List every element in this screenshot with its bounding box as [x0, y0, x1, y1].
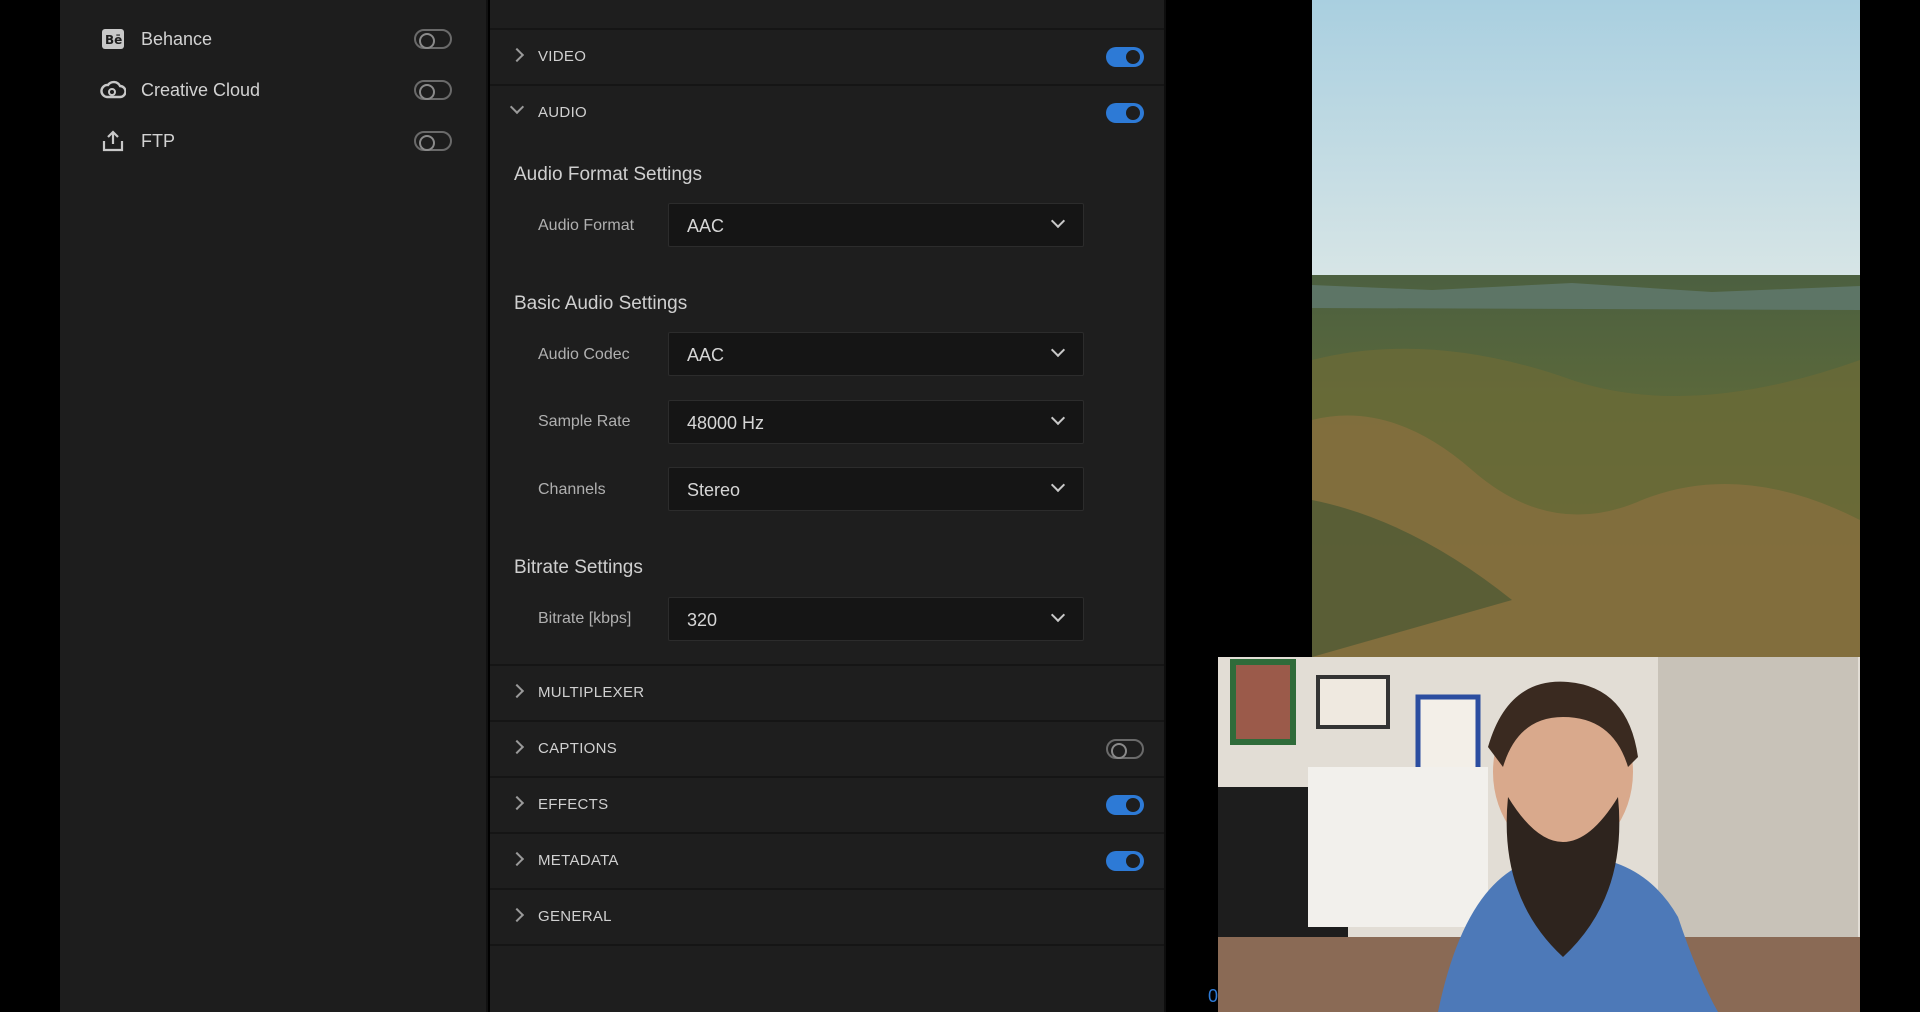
section-label: EFFECTS: [538, 796, 609, 813]
destination-label: FTP: [141, 130, 175, 151]
chevron-down-icon: [1050, 410, 1066, 426]
select-value: AAC: [687, 216, 725, 236]
section-effects[interactable]: EFFECTS: [490, 778, 1164, 834]
webcam-overlay: [1218, 657, 1860, 1012]
chevron-right-icon: [509, 795, 525, 811]
group-title-basic-audio: Basic Audio Settings: [514, 293, 688, 314]
panel-top-strip: [490, 0, 1164, 30]
export-settings-panel: VIDEO AUDIO Audio Format Settings Audio …: [490, 0, 1166, 1012]
channels-label: Channels: [538, 481, 606, 498]
creative-cloud-icon: [100, 77, 126, 103]
canyon-landscape-image: [1312, 0, 1860, 657]
section-metadata[interactable]: METADATA: [490, 834, 1164, 890]
upload-icon: [100, 128, 126, 154]
audio-codec-select[interactable]: AAC: [668, 332, 1084, 376]
section-general[interactable]: GENERAL: [490, 890, 1164, 946]
section-multiplexer[interactable]: MULTIPLEXER: [490, 666, 1164, 722]
destination-row-creative-cloud[interactable]: Creative Cloud: [60, 65, 488, 115]
bitrate-select[interactable]: 320: [668, 597, 1084, 641]
ftp-toggle[interactable]: [414, 131, 452, 151]
section-label: VIDEO: [538, 48, 587, 65]
destination-label: Behance: [141, 28, 213, 49]
channels-select[interactable]: Stereo: [668, 467, 1084, 511]
select-value: 48000 Hz: [687, 413, 765, 433]
sample-rate-select[interactable]: 48000 Hz: [668, 400, 1084, 444]
section-label: CAPTIONS: [538, 740, 618, 757]
creative-cloud-toggle[interactable]: [414, 80, 452, 100]
video-preview: [1312, 0, 1860, 657]
destination-row-behance[interactable]: Bē Behance: [60, 14, 488, 64]
select-value: Stereo: [687, 480, 741, 500]
section-label: GENERAL: [538, 908, 612, 925]
chevron-right-icon: [509, 739, 525, 755]
behance-icon: Bē: [100, 26, 126, 52]
section-captions[interactable]: CAPTIONS: [490, 722, 1164, 778]
chevron-right-icon: [509, 851, 525, 867]
preview-corner-digit: 0: [1208, 986, 1219, 1006]
video-toggle[interactable]: [1106, 47, 1144, 67]
chevron-down-icon: [1050, 477, 1066, 493]
audio-codec-label: Audio Codec: [538, 346, 630, 363]
group-title-audio-format: Audio Format Settings: [514, 164, 702, 185]
bitrate-label: Bitrate [kbps]: [538, 610, 632, 627]
audio-format-select[interactable]: AAC: [668, 203, 1084, 247]
chevron-down-icon: [1050, 342, 1066, 358]
effects-toggle[interactable]: [1106, 795, 1144, 815]
captions-toggle[interactable]: [1106, 739, 1144, 759]
section-label: AUDIO: [538, 104, 588, 121]
section-label: MULTIPLEXER: [538, 684, 645, 701]
chevron-down-icon: [509, 99, 525, 115]
metadata-toggle[interactable]: [1106, 851, 1144, 871]
chevron-right-icon: [509, 907, 525, 923]
chevron-down-icon: [1050, 607, 1066, 623]
publish-destinations-panel: Bē Behance Creative Cloud FTP: [60, 0, 488, 1012]
destination-row-ftp[interactable]: FTP: [60, 116, 488, 166]
chevron-right-icon: [509, 683, 525, 699]
behance-toggle[interactable]: [414, 29, 452, 49]
audio-toggle[interactable]: [1106, 103, 1144, 123]
select-value: 320: [687, 610, 718, 630]
sample-rate-label: Sample Rate: [538, 413, 631, 430]
chevron-right-icon: [509, 47, 525, 63]
destination-label: Creative Cloud: [141, 79, 261, 100]
section-label: METADATA: [538, 852, 619, 869]
chevron-down-icon: [1050, 213, 1066, 229]
select-value: AAC: [687, 345, 725, 365]
section-video[interactable]: VIDEO: [490, 30, 1164, 86]
group-title-bitrate: Bitrate Settings: [514, 557, 643, 578]
audio-format-label: Audio Format: [538, 217, 635, 234]
presenter-webcam-image: [1218, 657, 1860, 1012]
svg-text:Bē: Bē: [105, 33, 122, 47]
section-audio[interactable]: AUDIO: [490, 86, 1164, 142]
